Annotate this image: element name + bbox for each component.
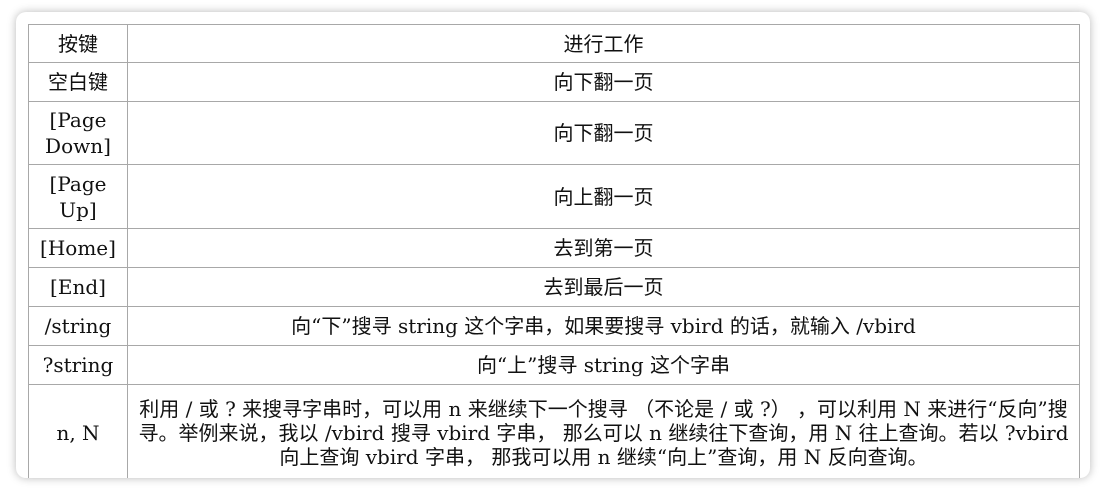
- table-row: n, N 利用 / 或 ? 来搜寻字串时，可以用 n 来继续下一个搜寻 （不论是…: [28, 384, 1080, 478]
- key-cell: [Page Down]: [28, 101, 128, 165]
- table-row: 空白键 向下翻一页: [28, 62, 1080, 102]
- key-cell: ?string: [28, 345, 128, 385]
- key-command-table: 按键 进行工作 空白键 向下翻一页 [Page Down] 向下翻一页 [Pag…: [28, 24, 1080, 478]
- header-action: 进行工作: [127, 24, 1080, 63]
- table-header-row: 按键 进行工作: [28, 24, 1080, 63]
- action-cell: 向“下”搜寻 string 这个字串，如果要搜寻 vbird 的话，就输入 /v…: [127, 306, 1080, 346]
- key-cell: [Page Up]: [28, 164, 128, 229]
- document-frame: 按键 进行工作 空白键 向下翻一页 [Page Down] 向下翻一页 [Pag…: [16, 12, 1090, 478]
- table-row: /string 向“下”搜寻 string 这个字串，如果要搜寻 vbird 的…: [28, 306, 1080, 346]
- table-row: ?string 向“上”搜寻 string 这个字串: [28, 345, 1080, 385]
- key-cell: [Home]: [28, 228, 128, 268]
- header-key: 按键: [28, 24, 128, 63]
- table-row: [End] 去到最后一页: [28, 267, 1080, 307]
- key-cell: [End]: [28, 267, 128, 307]
- action-cell: 向下翻一页: [127, 101, 1080, 165]
- action-cell: 去到最后一页: [127, 267, 1080, 307]
- key-cell: /string: [28, 306, 128, 346]
- key-cell: n, N: [28, 384, 128, 478]
- key-cell: 空白键: [28, 62, 128, 102]
- table-row: [Page Up] 向上翻一页: [28, 164, 1080, 229]
- action-cell: 去到第一页: [127, 228, 1080, 268]
- action-cell: 利用 / 或 ? 来搜寻字串时，可以用 n 来继续下一个搜寻 （不论是 / 或 …: [127, 384, 1080, 478]
- action-cell: 向下翻一页: [127, 62, 1080, 102]
- action-cell: 向上翻一页: [127, 164, 1080, 229]
- action-cell: 向“上”搜寻 string 这个字串: [127, 345, 1080, 385]
- table-row: [Page Down] 向下翻一页: [28, 101, 1080, 165]
- table-row: [Home] 去到第一页: [28, 228, 1080, 268]
